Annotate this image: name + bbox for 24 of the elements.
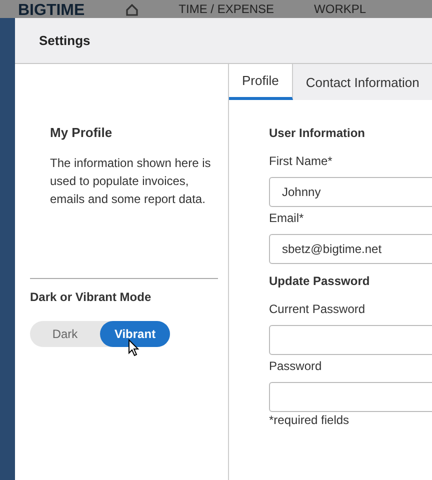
- nav-link[interactable]: WORKPL: [314, 3, 366, 15]
- input-field[interactable]: [269, 382, 432, 412]
- input-field[interactable]: [269, 325, 432, 355]
- section-heading: Update Password: [269, 274, 370, 288]
- dialog-title: Settings: [39, 33, 90, 48]
- field-label: Email*: [269, 211, 304, 225]
- nav-link[interactable]: TIME / EXPENSE: [178, 3, 274, 15]
- tab[interactable]: Contact Information: [292, 64, 432, 100]
- tab[interactable]: Profile: [229, 64, 293, 100]
- mouse-pointer-icon: [128, 339, 140, 357]
- section-heading: User Information: [269, 126, 366, 140]
- field-label: Password: [269, 359, 322, 373]
- home-icon[interactable]: [124, 4, 139, 16]
- field-label: First Name*: [269, 154, 332, 168]
- input-field[interactable]: Johnny: [269, 177, 432, 207]
- mode-option[interactable]: Dark: [30, 321, 100, 347]
- mode-label: Dark or Vibrant Mode: [30, 290, 152, 304]
- logo-text: BIGTIME: [18, 4, 85, 18]
- mode-option[interactable]: Vibrant: [100, 321, 170, 347]
- field-label: Current Password: [269, 302, 366, 316]
- section-heading: My Profile: [50, 125, 114, 140]
- description-text: The information shown here is used to populate invoices, emails and some report data.: [50, 155, 212, 208]
- input-field[interactable]: sbetz@bigtime.net: [269, 234, 432, 264]
- footnote-text: *required fields: [269, 413, 350, 427]
